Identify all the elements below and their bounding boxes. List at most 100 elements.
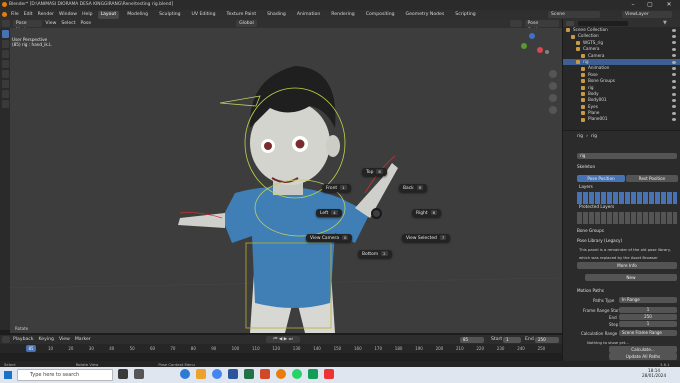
- powerpoint-icon[interactable]: [260, 369, 270, 379]
- transform-tool-icon[interactable]: [1, 80, 9, 88]
- menu-view-timeline[interactable]: View: [59, 337, 70, 342]
- excel-icon[interactable]: [244, 369, 254, 379]
- annotate-tool-icon[interactable]: [1, 90, 9, 98]
- tab-layout[interactable]: Layout: [97, 10, 120, 19]
- transform-orientation[interactable]: Global: [236, 20, 257, 27]
- tab-texture-paint[interactable]: Texture Paint: [224, 11, 260, 19]
- grid-perspective-icon[interactable]: [549, 106, 557, 114]
- visibility-eye-icon[interactable]: [672, 111, 676, 115]
- rotate-tool-icon[interactable]: [1, 60, 9, 68]
- outliner-editor-icon[interactable]: [566, 20, 574, 26]
- measure-tool-icon[interactable]: [1, 100, 9, 108]
- armature-name-field[interactable]: rig: [577, 153, 677, 159]
- visibility-eye-icon[interactable]: [672, 79, 676, 83]
- filter-icon[interactable]: ▼: [663, 20, 668, 26]
- visibility-eye-icon[interactable]: [672, 47, 676, 51]
- taskbar-search-input[interactable]: Type here to search: [17, 369, 113, 381]
- rest-position-button[interactable]: Rest Position: [626, 175, 678, 182]
- menu-keying[interactable]: Keying: [39, 337, 54, 342]
- windows-start-icon[interactable]: [4, 371, 12, 379]
- pie-left-button[interactable]: Left 4: [316, 209, 342, 217]
- file-explorer-icon[interactable]: [196, 369, 206, 379]
- menu-window[interactable]: Window: [59, 12, 77, 17]
- tab-geometry-nodes[interactable]: Geometry Nodes: [403, 11, 448, 19]
- task-view-icon[interactable]: [118, 369, 128, 379]
- tab-shading[interactable]: Shading: [264, 11, 289, 19]
- visibility-eye-icon[interactable]: [672, 35, 676, 39]
- timeline-track-area[interactable]: [0, 353, 562, 361]
- pan-hand-icon[interactable]: [549, 82, 557, 90]
- paths-type-select[interactable]: In Range: [619, 297, 677, 303]
- section-pose-library[interactable]: Pose Library (Legacy): [577, 237, 622, 244]
- visibility-eye-icon[interactable]: [672, 28, 676, 32]
- menu-help[interactable]: Help: [82, 12, 92, 17]
- 3d-viewport[interactable]: User Perspective (85) rig : hand_ik.L To…: [10, 28, 562, 333]
- calculate-paths-button[interactable]: Calculate...: [609, 346, 677, 353]
- visibility-eye-icon[interactable]: [672, 73, 676, 77]
- app-icon-red[interactable]: [324, 369, 334, 379]
- shading-solid-icon[interactable]: [509, 20, 522, 27]
- visibility-eye-icon[interactable]: [672, 67, 676, 71]
- visibility-eye-icon[interactable]: [672, 54, 676, 58]
- pie-right-button[interactable]: Right 6: [412, 209, 441, 217]
- pie-bottom-button[interactable]: Bottom 2: [358, 250, 392, 258]
- pose-options[interactable]: Pose Options: [524, 20, 560, 33]
- visibility-eye-icon[interactable]: [672, 60, 676, 64]
- pie-front-button[interactable]: Front 1: [322, 184, 351, 192]
- menu-playback[interactable]: Playback: [13, 337, 34, 342]
- visibility-eye-icon[interactable]: [672, 41, 676, 45]
- protected-layers-grid[interactable]: [577, 212, 677, 224]
- tab-sculpting[interactable]: Sculpting: [156, 11, 183, 19]
- edge-icon[interactable]: [180, 369, 190, 379]
- timeline-ruler[interactable]: 85 10 20 30 40 50 60 70 80 90 100 110 120 130 140 150 1…: [0, 344, 562, 353]
- menu-render[interactable]: Render: [38, 12, 54, 17]
- zoom-icon[interactable]: [549, 70, 557, 78]
- update-all-paths-button[interactable]: Update All Paths: [609, 353, 677, 360]
- menu-pose[interactable]: Pose: [81, 21, 92, 26]
- visibility-eye-icon[interactable]: [672, 118, 676, 122]
- tab-scripting[interactable]: Scripting: [452, 11, 478, 19]
- tab-animation[interactable]: Animation: [294, 11, 323, 19]
- chrome-icon[interactable]: [212, 369, 222, 379]
- close-button[interactable]: ✕: [662, 1, 676, 9]
- select-tool-icon[interactable]: [1, 30, 9, 38]
- pie-back-button[interactable]: Back 9: [399, 184, 428, 192]
- frame-range-start-field[interactable]: 1: [619, 307, 677, 313]
- camera-view-icon[interactable]: [549, 94, 557, 102]
- editor-type-icon[interactable]: [2, 20, 10, 27]
- tab-compositing[interactable]: Compositing: [363, 11, 398, 19]
- last-operator-panel[interactable]: Rotate: [15, 326, 28, 331]
- current-frame-field[interactable]: 85: [460, 336, 484, 343]
- timeline-editor-icon[interactable]: [2, 336, 10, 343]
- step-field[interactable]: 1: [619, 321, 677, 327]
- cursor-tool-icon[interactable]: [1, 40, 9, 48]
- tab-modeling[interactable]: Modeling: [124, 11, 151, 19]
- playhead[interactable]: 85: [26, 345, 36, 352]
- scale-tool-icon[interactable]: [1, 70, 9, 78]
- tab-rendering[interactable]: Rendering: [328, 11, 357, 19]
- pie-top-button[interactable]: Top 8: [362, 168, 387, 176]
- menu-file[interactable]: File: [11, 12, 19, 17]
- frame-range-end-field[interactable]: 250: [619, 314, 677, 320]
- visibility-eye-icon[interactable]: [672, 92, 676, 96]
- outliner-search-input[interactable]: [578, 20, 628, 26]
- menu-marker[interactable]: Marker: [75, 337, 91, 342]
- pinned-app-icon[interactable]: [134, 369, 144, 379]
- visibility-eye-icon[interactable]: [672, 86, 676, 90]
- mode-selector[interactable]: Pose Mode: [12, 20, 43, 33]
- app-icon-green[interactable]: [308, 369, 318, 379]
- maximize-button[interactable]: ▢: [643, 1, 657, 9]
- tab-uv-editing[interactable]: UV Editing: [189, 11, 219, 19]
- move-tool-icon[interactable]: [1, 50, 9, 58]
- section-bone-groups[interactable]: Bone Groups: [577, 227, 604, 234]
- scene-selector[interactable]: Scene: [548, 11, 600, 18]
- start-frame-field[interactable]: 1: [503, 336, 521, 343]
- menu-edit[interactable]: Edit: [24, 12, 33, 17]
- visibility-eye-icon[interactable]: [672, 105, 676, 109]
- whatsapp-icon[interactable]: [292, 369, 302, 379]
- section-skeleton[interactable]: Skeleton: [577, 163, 595, 170]
- outliner-row[interactable]: Plane001: [563, 116, 680, 122]
- pie-view-camera-button[interactable]: View Camera 0: [306, 234, 353, 242]
- pie-view-selected-button[interactable]: View Selected 7: [402, 234, 451, 242]
- playback-controls[interactable]: ⏮ ◀ ▶ ⏭: [266, 336, 300, 343]
